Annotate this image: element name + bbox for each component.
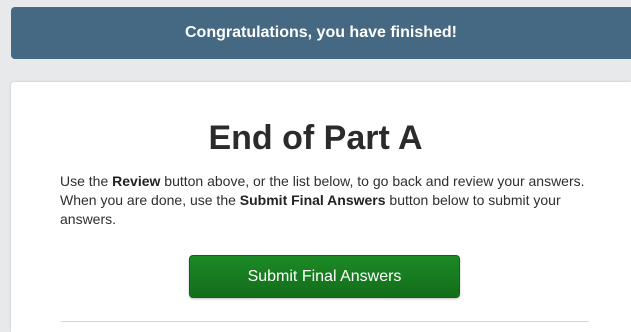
instructions-text: Use the Review button above, or the list…	[60, 172, 590, 229]
divider	[61, 321, 589, 322]
page-title: End of Part A	[208, 119, 423, 157]
review-keyword: Review	[112, 173, 161, 189]
banner-text: Congratulations, you have finished!	[184, 24, 458, 41]
completion-banner: Congratulations, you have finished!	[11, 7, 631, 59]
instructions-prefix: Use the	[60, 173, 113, 189]
submit-keyword: Submit Final Answers	[239, 192, 386, 208]
submit-final-answers-button[interactable]: Submit Final Answers	[189, 255, 460, 298]
